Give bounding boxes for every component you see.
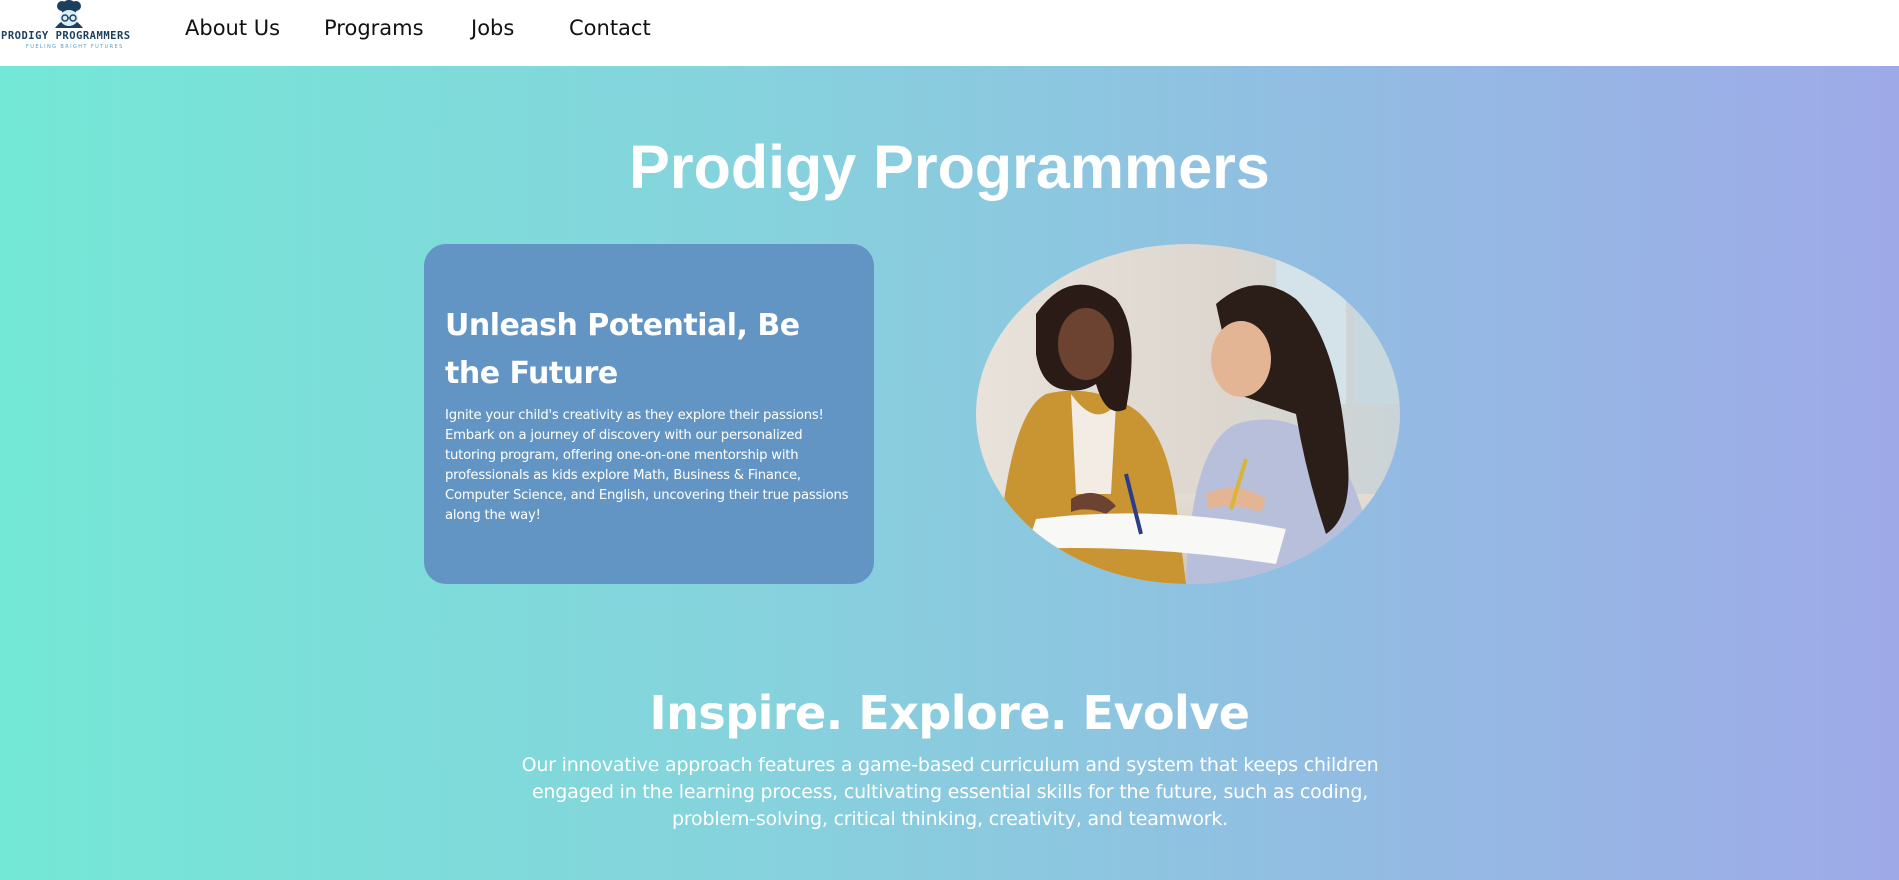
tutoring-photo-icon	[976, 244, 1400, 584]
hero-section: Prodigy Programmers Unleash Potential, B…	[0, 66, 1899, 880]
tutoring-photo	[976, 244, 1400, 584]
logo-wordmark: PRODIGY PROGRAMMERS	[1, 30, 131, 42]
intro-card-text: Ignite your child's creativity as they e…	[445, 408, 849, 523]
nav-link-programs[interactable]: Programs	[324, 16, 424, 40]
nav-link-about-us[interactable]: About Us	[185, 16, 280, 40]
logo-tagline: FUELING BRIGHT FUTURES	[26, 44, 124, 50]
top-navigation: PRODIGY PROGRAMMERS FUELING BRIGHT FUTUR…	[0, 0, 1899, 66]
section-text: Our innovative approach features a game-…	[521, 754, 1379, 830]
hero-title: Prodigy Programmers	[629, 133, 1270, 201]
intro-card: Unleash Potential, Be the Future Ignite …	[424, 244, 874, 584]
section-title: Inspire. Explore. Evolve	[649, 686, 1250, 740]
site-logo[interactable]: PRODIGY PROGRAMMERS FUELING BRIGHT FUTUR…	[0, 0, 140, 56]
programmer-mascot-icon	[55, 0, 83, 28]
intro-card-title: Unleash Potential, Be the Future	[445, 308, 800, 391]
nav-link-contact[interactable]: Contact	[569, 16, 651, 40]
nav-link-jobs[interactable]: Jobs	[471, 16, 514, 40]
